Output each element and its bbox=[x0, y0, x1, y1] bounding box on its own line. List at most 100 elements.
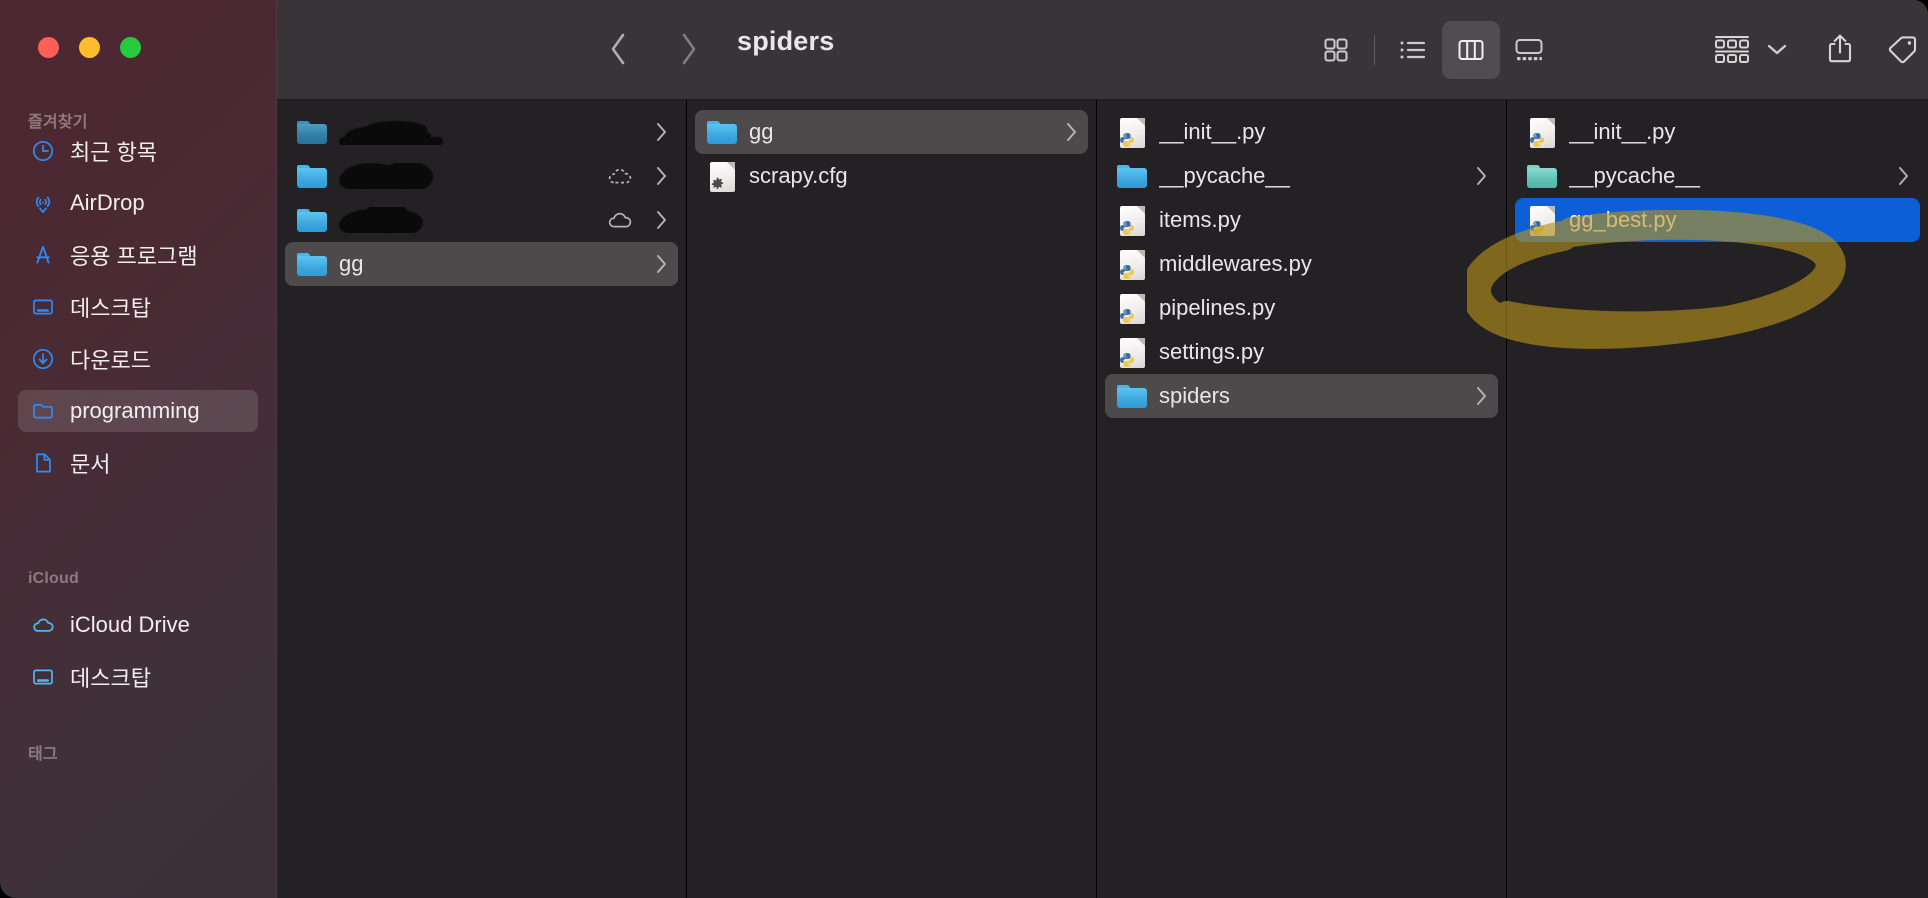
sidebar-item-desktop[interactable]: 데스크탑 bbox=[18, 286, 258, 328]
minimize-button[interactable] bbox=[79, 37, 100, 58]
forward-button[interactable] bbox=[661, 22, 715, 76]
redacted-name bbox=[339, 163, 594, 189]
disclosure-chevron-icon bbox=[1896, 165, 1910, 187]
sidebar-item-label: AirDrop bbox=[70, 190, 145, 215]
folder-icon bbox=[1117, 381, 1147, 411]
downloads-icon bbox=[30, 346, 56, 372]
chevron-down-icon[interactable] bbox=[1757, 22, 1797, 76]
folder-icon bbox=[1527, 161, 1557, 191]
list-item-label: __pycache__ bbox=[1159, 163, 1290, 188]
group-by-button[interactable] bbox=[1701, 20, 1763, 78]
python-file-icon bbox=[1117, 337, 1147, 368]
sidebar-item-label: 문서 bbox=[70, 452, 111, 477]
sidebar-item-downloads[interactable]: 다운로드 bbox=[18, 338, 258, 380]
disclosure-chevron-icon bbox=[654, 121, 668, 143]
list-item-spiders[interactable]: spiders bbox=[1105, 374, 1498, 418]
sidebar-item-applications[interactable]: 응용 프로그램 bbox=[18, 234, 258, 276]
page-title: spiders bbox=[737, 26, 835, 56]
sidebar-item-icloud-desktop[interactable]: 데스크탑 bbox=[18, 656, 258, 698]
list-item-label: gg_best.py bbox=[1569, 207, 1677, 232]
list-item-gg[interactable]: gg bbox=[285, 242, 678, 286]
list-item-label: gg bbox=[749, 119, 774, 144]
python-file-icon bbox=[1527, 205, 1557, 236]
list-item[interactable] bbox=[285, 110, 678, 154]
list-item-settings-py[interactable]: settings.py bbox=[1105, 330, 1498, 374]
sidebar-item-recents[interactable]: 최근 항목 bbox=[18, 130, 258, 172]
config-file-icon bbox=[707, 161, 737, 192]
folder-icon bbox=[297, 205, 327, 235]
sidebar-item-label: programming bbox=[70, 398, 200, 423]
sidebar-item-programming[interactable]: programming bbox=[18, 390, 258, 432]
sidebar-item-label: iCloud Drive bbox=[70, 612, 190, 637]
python-file-icon bbox=[1117, 117, 1147, 148]
sidebar-item-documents[interactable]: 문서 bbox=[18, 442, 258, 484]
list-item-label: items.py bbox=[1159, 207, 1241, 232]
list-item[interactable] bbox=[285, 154, 678, 198]
close-button[interactable] bbox=[38, 37, 59, 58]
sidebar-section-favorites: 즐겨찾기 bbox=[28, 114, 88, 131]
icon-view-button[interactable] bbox=[1307, 21, 1365, 79]
sidebar-item-icloud-drive[interactable]: iCloud Drive bbox=[18, 604, 258, 646]
back-button[interactable] bbox=[592, 22, 646, 76]
sidebar-item-label: 최근 항목 bbox=[70, 140, 158, 165]
list-view-button[interactable] bbox=[1384, 21, 1442, 79]
airdrop-icon bbox=[30, 190, 56, 216]
disclosure-chevron-icon bbox=[1064, 121, 1078, 143]
applications-icon bbox=[30, 242, 56, 268]
column-4[interactable]: __init__.py __pycache__ gg_best.py bbox=[1507, 100, 1928, 898]
column-2[interactable]: gg scrapy.cfg bbox=[687, 100, 1097, 898]
column-3[interactable]: __init__.py __pycache__ items.py middlew… bbox=[1097, 100, 1507, 898]
list-item-init-py[interactable]: __init__.py bbox=[1105, 110, 1498, 154]
list-item-label: __pycache__ bbox=[1569, 163, 1700, 188]
list-item-pipelines-py[interactable]: pipelines.py bbox=[1105, 286, 1498, 330]
sidebar-item-label: 데스크탑 bbox=[70, 296, 151, 321]
tag-icon[interactable] bbox=[1873, 20, 1928, 78]
list-item-label: __init__.py bbox=[1569, 119, 1676, 144]
column-view-button[interactable] bbox=[1442, 21, 1500, 79]
desktop-icon bbox=[30, 294, 56, 320]
redacted-name bbox=[339, 207, 594, 233]
python-file-icon bbox=[1117, 293, 1147, 324]
toolbar-divider bbox=[1374, 35, 1375, 65]
folder-icon bbox=[1117, 161, 1147, 191]
sidebar-item-airdrop[interactable]: AirDrop bbox=[18, 182, 258, 224]
traffic-lights bbox=[38, 37, 141, 58]
disclosure-chevron-icon bbox=[1474, 385, 1488, 407]
disclosure-chevron-icon bbox=[654, 165, 668, 187]
view-mode-group bbox=[1307, 16, 1558, 84]
cloud-download-icon bbox=[606, 165, 636, 187]
list-item-label: scrapy.cfg bbox=[749, 163, 848, 188]
finder-window: 즐겨찾기 최근 항목 AirDrop 응용 프로그램 데스크탑 다운로드 pro… bbox=[0, 0, 1928, 898]
share-button[interactable] bbox=[1811, 20, 1869, 78]
column-1[interactable]: gg bbox=[277, 100, 687, 898]
list-item-items-py[interactable]: items.py bbox=[1105, 198, 1498, 242]
list-item-pycache[interactable]: __pycache__ bbox=[1515, 154, 1920, 198]
sidebar-item-label: 응용 프로그램 bbox=[70, 244, 198, 269]
list-item-init-py[interactable]: __init__.py bbox=[1515, 110, 1920, 154]
disclosure-chevron-icon bbox=[1474, 165, 1488, 187]
list-item-label: settings.py bbox=[1159, 339, 1265, 364]
clock-icon bbox=[30, 138, 56, 164]
column-browser: gg gg scrapy.cfg __init__.py __pycache__… bbox=[277, 100, 1928, 898]
list-item-pycache[interactable]: __pycache__ bbox=[1105, 154, 1498, 198]
sidebar-item-label: 다운로드 bbox=[70, 348, 151, 373]
list-item-label: middlewares.py bbox=[1159, 251, 1312, 276]
sidebar-item-label: 데스크탑 bbox=[70, 666, 151, 691]
list-item-middlewares-py[interactable]: middlewares.py bbox=[1105, 242, 1498, 286]
gallery-view-button[interactable] bbox=[1500, 21, 1558, 79]
list-item-gg[interactable]: gg bbox=[695, 110, 1088, 154]
list-item-gg-best-py[interactable]: gg_best.py bbox=[1515, 198, 1920, 242]
list-item-label: pipelines.py bbox=[1159, 295, 1276, 320]
disclosure-chevron-icon bbox=[654, 253, 668, 275]
list-item-scrapy-cfg[interactable]: scrapy.cfg bbox=[695, 154, 1088, 198]
cloud-icon bbox=[30, 612, 56, 638]
document-icon bbox=[30, 450, 56, 476]
list-item-label: __init__.py bbox=[1159, 119, 1266, 144]
sidebar-section-tags: 태그 bbox=[28, 746, 58, 763]
python-file-icon bbox=[1527, 117, 1557, 148]
folder-icon bbox=[297, 117, 327, 147]
python-file-icon bbox=[1117, 205, 1147, 236]
zoom-button[interactable] bbox=[120, 37, 141, 58]
toolbar: spiders bbox=[277, 0, 1928, 100]
list-item[interactable] bbox=[285, 198, 678, 242]
